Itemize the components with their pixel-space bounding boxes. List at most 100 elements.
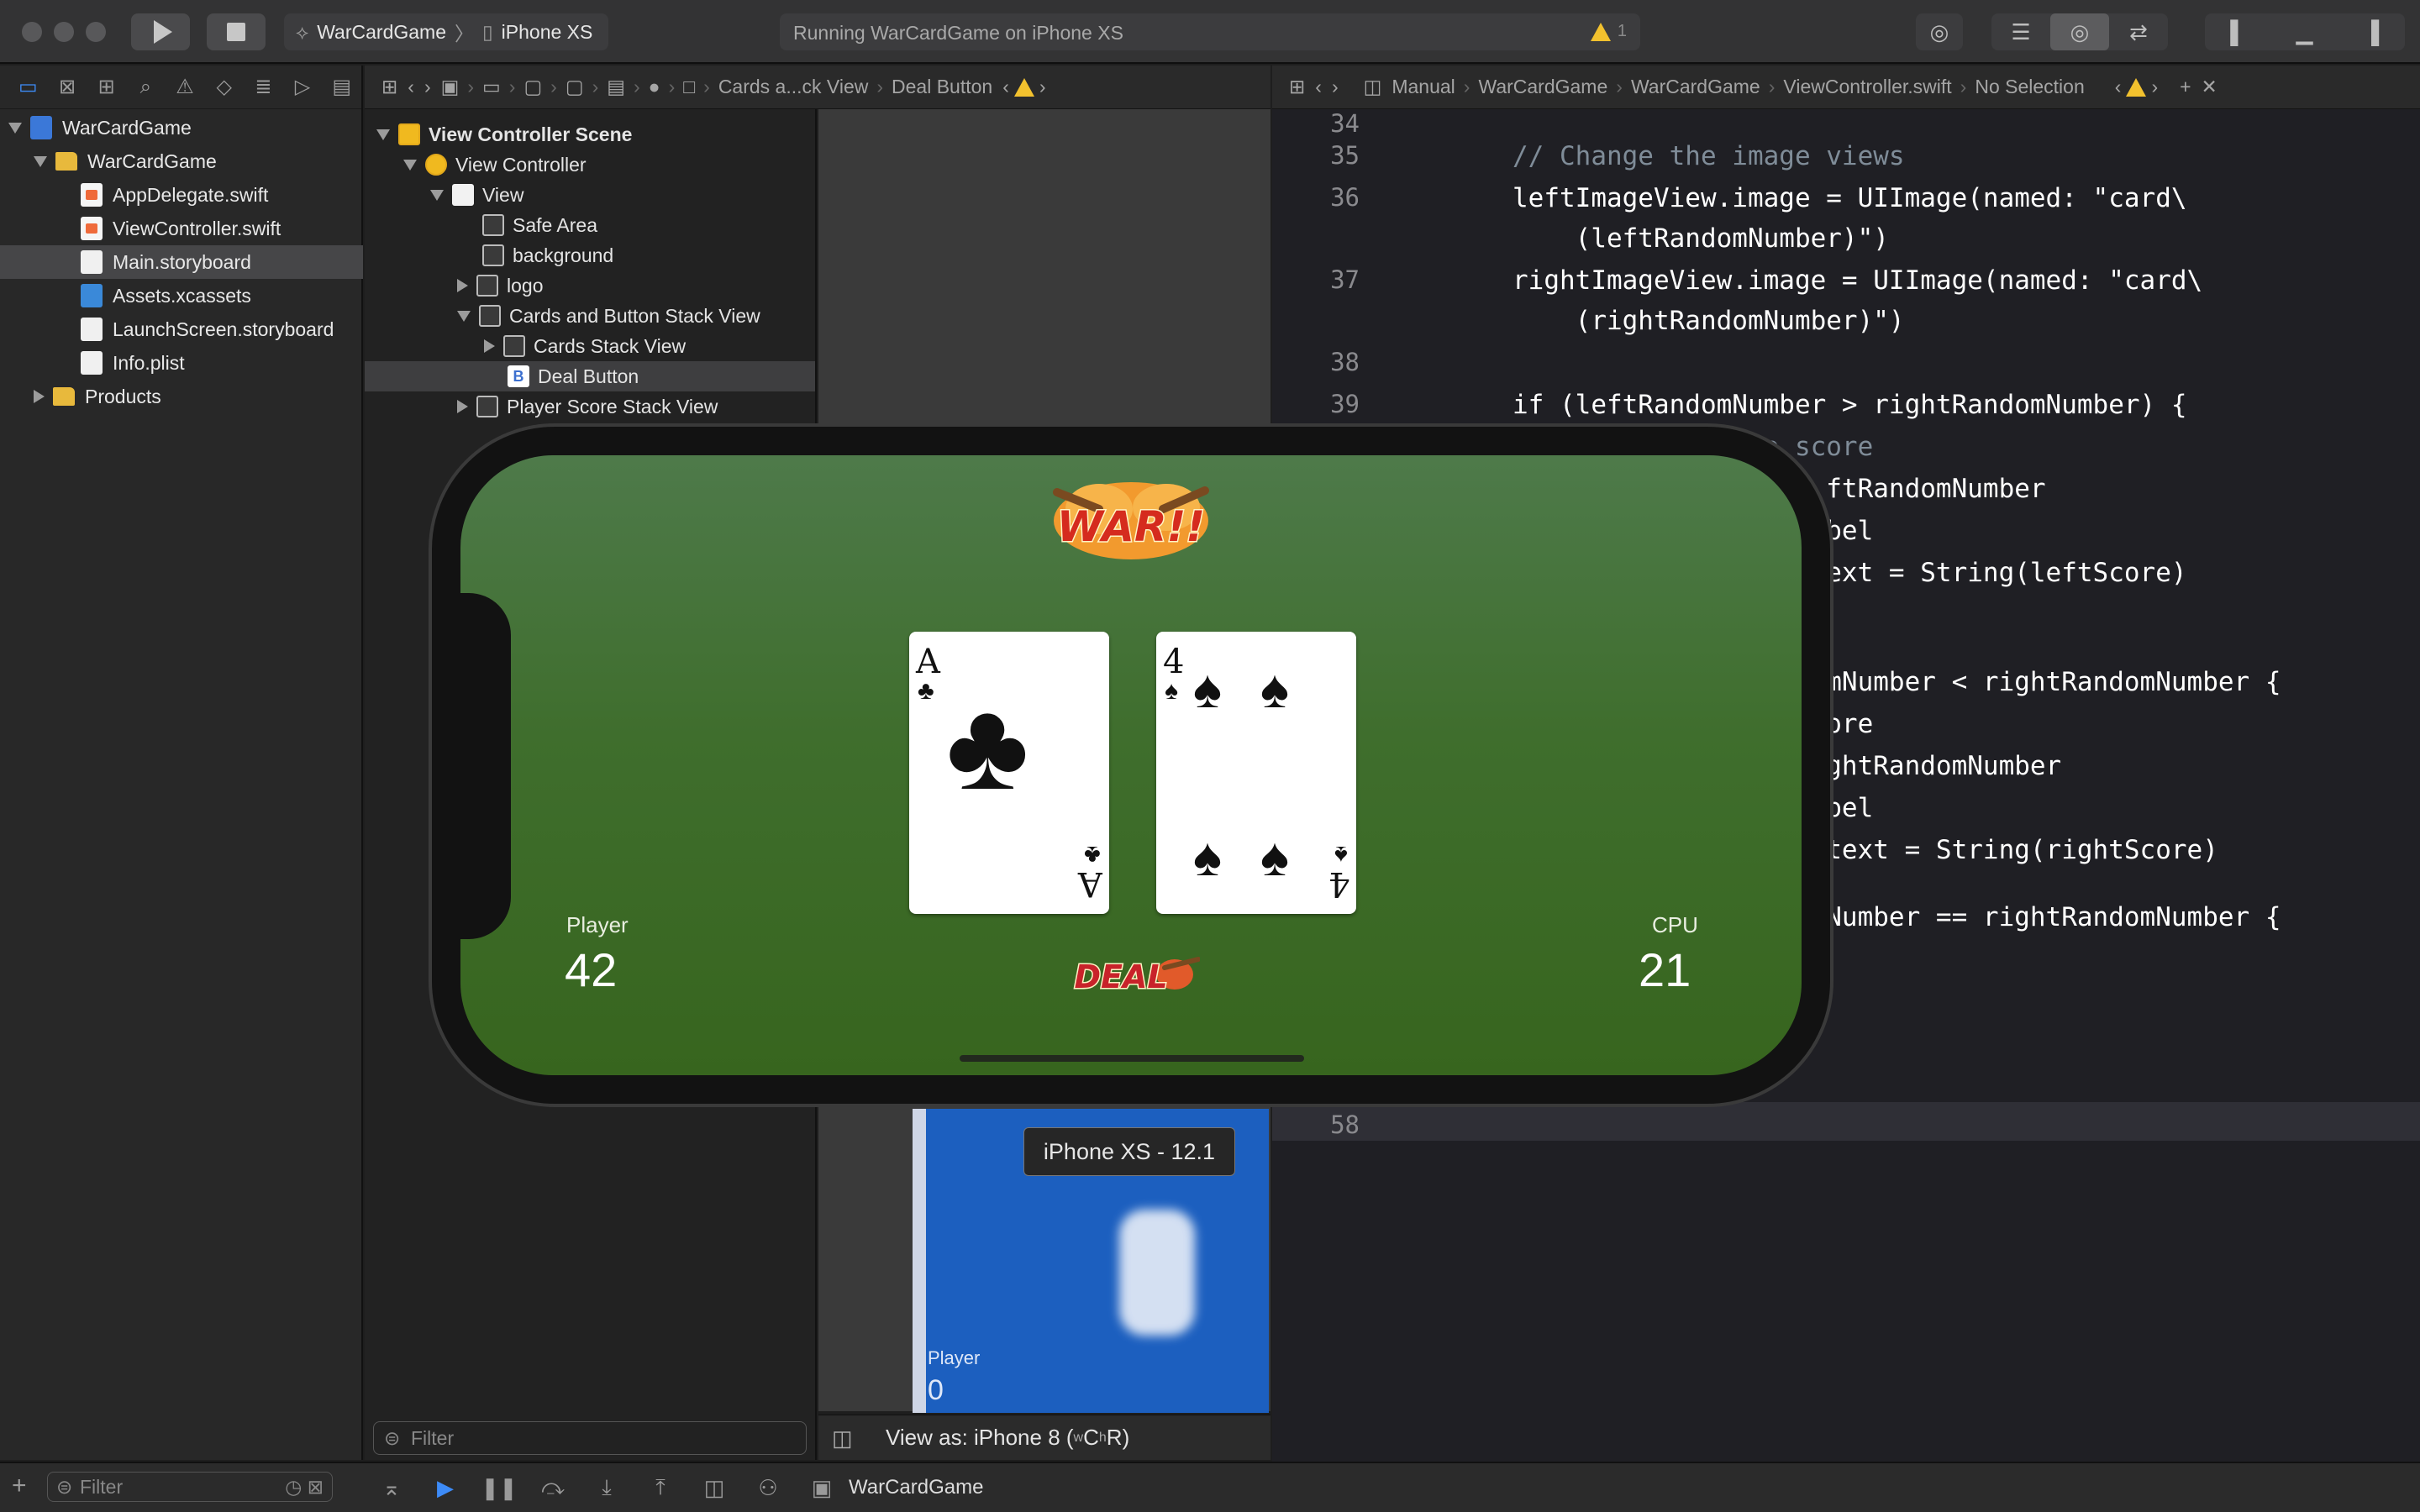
- cpu-label: CPU: [1652, 912, 1698, 937]
- next-issue-icon[interactable]: ›: [1034, 76, 1051, 98]
- symbol-icon[interactable]: ⊞: [87, 75, 126, 99]
- tree-project[interactable]: WarCardGame: [0, 111, 363, 144]
- library-button[interactable]: ◎: [1916, 13, 1963, 50]
- debug-icon[interactable]: ≣: [244, 75, 283, 99]
- breadcrumb-project-icon[interactable]: ▣: [436, 76, 465, 98]
- scheme-selector[interactable]: ⟡ WarCardGame 〉 ▯ iPhone XS: [284, 13, 608, 50]
- outline-view[interactable]: View: [430, 180, 523, 210]
- step-over-icon[interactable]: ⤼: [526, 1474, 580, 1501]
- test-icon[interactable]: ◇: [204, 75, 244, 99]
- tree-file-infoplist[interactable]: Info.plist: [0, 346, 363, 380]
- deal-button[interactable]: DEAL: [1064, 953, 1200, 998]
- step-into-icon[interactable]: ⤓: [580, 1474, 634, 1501]
- tree-group[interactable]: WarCardGame: [0, 144, 363, 178]
- version-editor-icon[interactable]: ⇄: [2109, 13, 2168, 50]
- tree-file-viewcontroller[interactable]: ViewController.swift: [0, 212, 363, 245]
- outline-cards-button-stack[interactable]: Cards and Button Stack View: [457, 301, 760, 331]
- pause-icon[interactable]: ❚❚: [472, 1475, 526, 1501]
- recent-files-icon[interactable]: ◷ ⊠: [285, 1476, 324, 1499]
- zoom-window-button[interactable]: [86, 22, 106, 42]
- navigator-filter-input[interactable]: ⊜ Filter ◷ ⊠: [47, 1472, 333, 1502]
- disclosure-open-icon[interactable]: [8, 122, 22, 134]
- assistant-mode-icon[interactable]: ◫: [1344, 76, 1387, 98]
- breadcrumb-folder-icon[interactable]: ▭: [477, 76, 506, 98]
- back-icon[interactable]: ‹: [1310, 76, 1327, 98]
- memory-graph-icon[interactable]: ⚇: [741, 1475, 795, 1501]
- step-out-icon[interactable]: ⤒: [634, 1474, 687, 1501]
- breadcrumb-deal-button[interactable]: Deal Button: [886, 76, 997, 98]
- breadcrumb-file[interactable]: ViewController.swift: [1778, 76, 1956, 98]
- close-editor-icon[interactable]: ✕: [2196, 76, 2223, 98]
- outline-cards-stack[interactable]: Cards Stack View: [484, 331, 686, 361]
- outline-deal-button[interactable]: B Deal Button: [365, 361, 815, 391]
- breadcrumb-project[interactable]: WarCardGame: [1473, 76, 1612, 98]
- minimize-window-button[interactable]: [54, 22, 74, 42]
- add-icon[interactable]: +: [12, 1472, 27, 1500]
- breadcrumb-vc-icon[interactable]: ●: [644, 76, 666, 98]
- close-window-button[interactable]: [22, 22, 42, 42]
- related-items-icon[interactable]: ⊞: [1284, 76, 1310, 98]
- hide-outline-icon[interactable]: ◫: [832, 1425, 853, 1452]
- debug-bar: ⌅ ▶ ❚❚ ⤼ ⤓ ⤒ ◫ ⚇ ▣ WarCardGame: [365, 1462, 2420, 1512]
- back-icon[interactable]: ‹: [402, 76, 419, 98]
- view-as-r: R): [1106, 1425, 1130, 1450]
- outline-logo[interactable]: logo: [457, 270, 543, 301]
- tree-products[interactable]: Products: [0, 380, 363, 413]
- tree-file-appdelegate[interactable]: AppDelegate.swift: [0, 178, 363, 212]
- outline-player-score-stack[interactable]: Player Score Stack View: [457, 391, 718, 422]
- stop-button[interactable]: [207, 13, 266, 50]
- disclosure-closed-icon[interactable]: [457, 279, 468, 292]
- disclosure-open-icon[interactable]: [430, 189, 444, 201]
- tree-file-assets[interactable]: Assets.xcassets: [0, 279, 363, 312]
- search-icon[interactable]: ⌕: [126, 76, 166, 99]
- breadcrumb-manual[interactable]: Manual: [1386, 76, 1460, 98]
- disclosure-open-icon[interactable]: [34, 155, 47, 167]
- breakpoints-toggle-icon[interactable]: ▶: [418, 1475, 472, 1501]
- next-issue-icon[interactable]: ›: [2146, 76, 2163, 98]
- run-button[interactable]: [131, 13, 190, 50]
- outline-filter-input[interactable]: ⊜ Filter: [373, 1421, 807, 1455]
- view-debugger-icon[interactable]: ◫: [687, 1475, 741, 1501]
- debug-area-toggle-icon[interactable]: ▁: [2271, 13, 2338, 50]
- inspector-toggle-icon[interactable]: ▐: [2338, 13, 2405, 50]
- add-editor-icon[interactable]: +: [2163, 76, 2196, 98]
- status-warning[interactable]: 1: [1590, 22, 1627, 41]
- hide-debug-area-icon[interactable]: ⌅: [365, 1475, 418, 1501]
- forward-icon[interactable]: ›: [1327, 76, 1344, 98]
- standard-editor-icon[interactable]: ☰: [1991, 13, 2050, 50]
- warning-icon[interactable]: [1013, 77, 1034, 97]
- back-issue-icon[interactable]: ‹: [2090, 76, 2127, 98]
- breadcrumb-stack[interactable]: Cards a...ck View: [713, 76, 874, 98]
- disclosure-closed-icon[interactable]: [457, 400, 468, 413]
- warning-icon[interactable]: [2126, 77, 2147, 97]
- navigator-toggle-icon[interactable]: ▌: [2205, 13, 2271, 50]
- breadcrumb-group[interactable]: WarCardGame: [1626, 76, 1765, 98]
- back-issue-icon[interactable]: ‹: [997, 76, 1014, 98]
- breakpoint-icon[interactable]: ▷: [283, 75, 323, 99]
- disclosure-open-icon[interactable]: [376, 129, 390, 140]
- tree-file-main-storyboard[interactable]: Main.storyboard: [0, 245, 363, 279]
- home-indicator[interactable]: [960, 1055, 1304, 1062]
- outline-view-controller[interactable]: View Controller: [403, 150, 587, 180]
- tree-file-launchscreen[interactable]: LaunchScreen.storyboard: [0, 312, 363, 346]
- view-as-bar[interactable]: ◫ View as: iPhone 8 (w C h R): [818, 1415, 1270, 1460]
- disclosure-closed-icon[interactable]: [484, 339, 495, 353]
- disclosure-open-icon[interactable]: [457, 310, 471, 322]
- breadcrumb-scene-icon[interactable]: ▤: [602, 76, 630, 98]
- outline-scene[interactable]: View Controller Scene: [376, 119, 632, 150]
- breadcrumb-file-icon[interactable]: ▢: [560, 76, 589, 98]
- assistant-editor-icon[interactable]: ◎: [2050, 13, 2109, 50]
- breadcrumb-view-icon[interactable]: □: [678, 76, 700, 98]
- disclosure-closed-icon[interactable]: [34, 390, 45, 403]
- outline-background[interactable]: background: [482, 240, 613, 270]
- outline-safe-area[interactable]: Safe Area: [482, 210, 597, 240]
- breadcrumb-file-icon[interactable]: ▢: [518, 76, 547, 98]
- issue-icon[interactable]: ⚠: [166, 75, 205, 99]
- related-items-icon[interactable]: ⊞: [376, 76, 402, 98]
- forward-icon[interactable]: ›: [419, 76, 436, 98]
- report-icon[interactable]: ▤: [322, 75, 361, 99]
- folder-icon[interactable]: ▭: [8, 75, 48, 99]
- breadcrumb-selection[interactable]: No Selection: [1970, 76, 2089, 98]
- source-control-icon[interactable]: ⊠: [48, 75, 87, 99]
- disclosure-open-icon[interactable]: [403, 159, 417, 171]
